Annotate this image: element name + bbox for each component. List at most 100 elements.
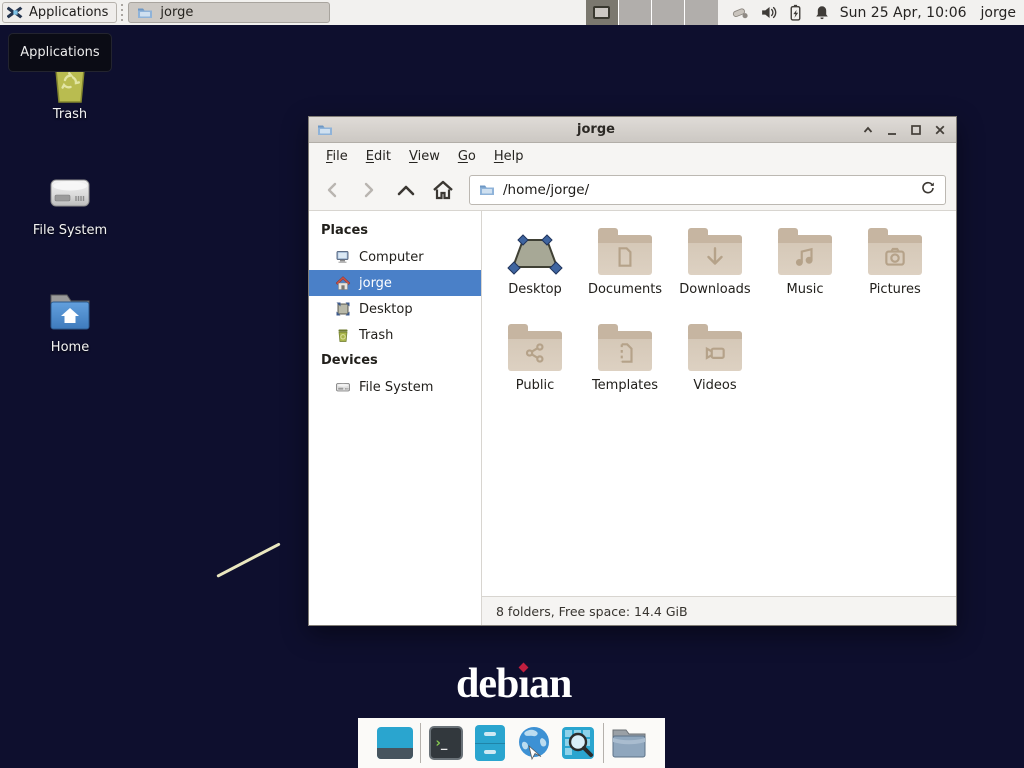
file-item-videos[interactable]: Videos — [670, 317, 760, 409]
home-icon — [335, 275, 351, 291]
file-item-downloads[interactable]: Downloads — [670, 221, 760, 313]
menu-edit[interactable]: Edit — [357, 145, 400, 168]
system-tray — [732, 4, 830, 21]
menubar: File Edit View Go Help — [309, 143, 956, 169]
panel-username[interactable]: jorge — [981, 5, 1016, 21]
share-icon — [522, 340, 548, 366]
workspace-1[interactable] — [586, 0, 618, 25]
file-item-label: Templates — [592, 378, 658, 393]
path-text[interactable]: /home/jorge/ — [503, 182, 912, 198]
sidebar-item-desktop[interactable]: Desktop — [309, 296, 481, 322]
taskbar-window-label: jorge — [160, 5, 193, 20]
menu-help[interactable]: Help — [485, 145, 533, 168]
window-titlebar[interactable]: jorge — [309, 117, 956, 143]
back-button[interactable] — [319, 176, 345, 204]
desktop-icon-filesystem[interactable]: File System — [22, 170, 118, 238]
document-glyph-icon — [612, 244, 638, 270]
wordmark-right: an — [529, 661, 571, 707]
desktop-icon-home[interactable]: Home — [22, 287, 118, 355]
home-button[interactable] — [430, 176, 456, 204]
main-column: Desktop Documents — [482, 211, 956, 625]
sidebar-item-computer[interactable]: Computer — [309, 244, 481, 270]
applications-menu-button[interactable]: Applications — [2, 2, 117, 23]
workspace-switcher[interactable] — [586, 0, 718, 25]
sidebar-item-label: File System — [359, 380, 433, 395]
desktop-icon-label: File System — [33, 223, 107, 238]
menu-file[interactable]: File — [317, 145, 357, 168]
path-folder-icon — [479, 182, 495, 198]
menu-go[interactable]: Go — [449, 145, 485, 168]
dock-separator — [420, 723, 421, 763]
camera-icon — [882, 244, 908, 270]
harddrive-icon — [46, 170, 94, 220]
workspace-2[interactable] — [618, 0, 651, 25]
menu-view[interactable]: View — [400, 145, 449, 168]
folder-icon — [868, 235, 922, 275]
home-folder-icon — [46, 287, 94, 337]
notification-bell-icon[interactable] — [814, 4, 830, 21]
file-item-desktop[interactable]: Desktop — [490, 221, 580, 313]
file-item-label: Desktop — [508, 282, 562, 297]
dock-show-desktop-button[interactable] — [376, 724, 414, 762]
desktop-icon-label: Trash — [53, 107, 87, 122]
stray-line-artifact — [216, 542, 280, 577]
location-bar[interactable]: /home/jorge/ — [469, 175, 946, 205]
workspace-4[interactable] — [684, 0, 717, 25]
dock-app-finder-button[interactable] — [559, 724, 597, 762]
app-finder-icon — [560, 725, 596, 761]
terminal-icon: ›_ — [429, 726, 463, 760]
folder-icon — [508, 331, 562, 371]
window-body: Places Computer jorge — [309, 211, 956, 625]
trash-small-icon — [335, 327, 351, 343]
workspace-3[interactable] — [651, 0, 684, 25]
file-item-label: Downloads — [679, 282, 750, 297]
dock-separator — [603, 723, 604, 763]
file-item-public[interactable]: Public — [490, 317, 580, 409]
dock: ›_ — [358, 718, 665, 768]
folder-icon — [688, 331, 742, 371]
file-item-music[interactable]: Music — [760, 221, 850, 313]
forward-button[interactable] — [356, 176, 382, 204]
drive-small-icon — [335, 379, 351, 395]
volume-icon[interactable] — [760, 4, 777, 21]
terminal-cursor: _ — [441, 737, 448, 750]
file-item-pictures[interactable]: Pictures — [850, 221, 940, 313]
file-item-templates[interactable]: Templates — [580, 317, 670, 409]
up-button[interactable] — [393, 176, 419, 204]
sidebar-item-jorge[interactable]: jorge — [309, 270, 481, 296]
folder-icon — [688, 235, 742, 275]
dock-terminal-button[interactable]: ›_ — [427, 724, 465, 762]
top-panel: Applications jorge — [0, 0, 1024, 25]
sidebar-item-label: jorge — [359, 276, 392, 291]
applications-menu-label: Applications — [29, 5, 108, 20]
desktop-icon — [335, 301, 351, 317]
status-text: 8 folders, Free space: 14.4 GiB — [496, 604, 688, 619]
close-button[interactable] — [931, 121, 948, 138]
sidebar-item-filesystem[interactable]: File System — [309, 374, 481, 400]
workspace-window-preview — [593, 6, 610, 19]
folder-icon — [137, 5, 153, 21]
minimize-button[interactable] — [883, 121, 900, 138]
maximize-button[interactable] — [907, 121, 924, 138]
file-item-label: Pictures — [869, 282, 920, 297]
wordmark-left: deb — [456, 661, 518, 707]
folder-icon — [778, 235, 832, 275]
dock-file-manager-button[interactable] — [471, 724, 509, 762]
statusbar: 8 folders, Free space: 14.4 GiB — [482, 596, 956, 625]
taskbar-window-button[interactable]: jorge — [128, 2, 330, 23]
panel-clock[interactable]: Sun 25 Apr, 10:06 — [840, 5, 967, 21]
sidebar-item-trash[interactable]: Trash — [309, 322, 481, 348]
sidebar-header-devices: Devices — [309, 348, 481, 374]
dock-folder-button[interactable] — [610, 724, 648, 762]
sidebar: Places Computer jorge — [309, 211, 482, 625]
shade-button[interactable] — [859, 121, 876, 138]
desktop-icon-label: Home — [51, 340, 89, 355]
desktop-surface-icon — [507, 231, 563, 277]
dock-web-browser-button[interactable] — [515, 724, 553, 762]
file-item-label: Music — [787, 282, 824, 297]
battery-icon[interactable] — [788, 4, 803, 21]
reload-button[interactable] — [920, 180, 936, 200]
file-item-documents[interactable]: Documents — [580, 221, 670, 313]
tray-tool-icon[interactable] — [732, 4, 749, 21]
download-arrow-icon — [702, 244, 728, 270]
